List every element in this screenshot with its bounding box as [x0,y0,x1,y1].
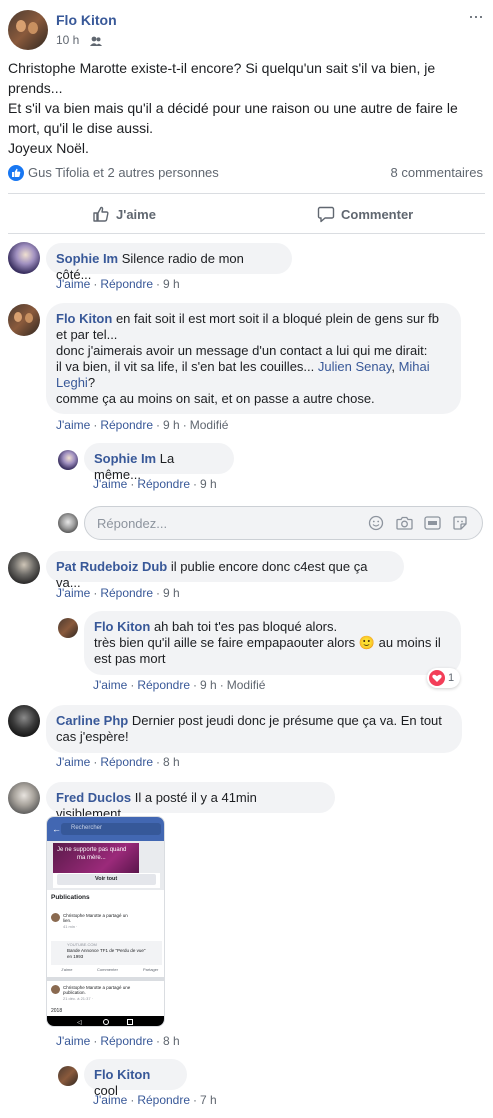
post-time[interactable]: 10 h [56,33,79,47]
screenshot-search-text: Rechercher [71,825,103,831]
comment-actions: J'aime · Répondre · 9 h [56,586,180,600]
comment-actions: J'aime · Répondre · 7 h [93,1093,217,1107]
comment-author[interactable]: Fred Duclos [56,790,131,805]
comment-author[interactable]: Flo Kiton [94,1067,150,1082]
comment-bubble: Pat Rudeboiz Dub il publie encore donc c… [46,551,404,590]
camera-icon[interactable] [396,515,413,531]
screenshot-publications: Publications [51,894,90,901]
comment-time[interactable]: 8 h [163,755,180,769]
like-reaction-icon[interactable] [8,165,24,181]
comment-like-link[interactable]: J'aime [56,1034,90,1048]
comments-count[interactable]: 8 commentaires [391,165,483,180]
comment-reply-link[interactable]: Répondre [137,678,190,692]
comment-like-link[interactable]: J'aime [56,418,90,432]
comment-bubble: Carline Php Dernier post jeudi donc je p… [46,705,462,753]
reaction-count-badge[interactable]: 1 [427,668,461,688]
comment-reply-link[interactable]: Répondre [137,477,190,491]
comment-reply-link[interactable]: Répondre [100,755,153,769]
comment-actions: J'aime · Répondre · 8 h [56,755,180,769]
screenshot-nav-back: ◁ [77,1020,82,1026]
screenshot-banner-text: ma mère... [77,855,106,861]
reply-bubble: Sophie Im La même... [84,443,234,482]
reply-bubble: Flo Kiton ah bah toi t'es pas bloqué alo… [84,611,461,675]
comment-actions: J'aime · Répondre · 9 h · Modifié [93,678,266,692]
mention-link[interactable]: Leghi [56,375,88,390]
sticker-icon[interactable] [452,515,468,531]
post-comment-label: Commenter [341,206,414,222]
post-author-name[interactable]: Flo Kiton [56,12,117,28]
audience-friends-icon [90,34,102,46]
post-like-button[interactable]: J'aime [92,203,156,225]
comment-author[interactable]: Sophie Im [94,451,156,466]
comment-bubble: Sophie Im Silence radio de mon côté... [46,243,292,282]
comment-time[interactable]: 8 h [163,1034,180,1048]
thumbs-up-icon [92,205,110,223]
comment-attached-image[interactable]: ← Rechercher Je ne supporte pas quand ma… [46,816,165,1027]
comment-author[interactable]: Flo Kiton [94,619,150,634]
edited-label[interactable]: Modifié [227,678,266,692]
comment-time[interactable]: 9 h [163,277,180,291]
comment-author[interactable]: Flo Kiton [56,311,112,326]
reaction-count: 1 [448,672,455,684]
comment-time[interactable]: 9 h [200,477,217,491]
comment-like-link[interactable]: J'aime [93,678,127,692]
comment-bubble: Flo Kiton en fait soit il est mort soit … [46,303,461,414]
commenter-avatar[interactable] [8,705,40,737]
comment-time[interactable]: 9 h [163,586,180,600]
post-like-label: J'aime [116,206,156,222]
comment-reply-link[interactable]: Répondre [100,586,153,600]
comment-author[interactable]: Pat Rudeboiz Dub [56,559,167,574]
commenter-avatar[interactable] [58,1066,78,1086]
reactions-summary[interactable]: Gus Tifolia et 2 autres personnes [28,165,219,180]
current-user-avatar [58,513,78,533]
comment-reply-link[interactable]: Répondre [100,1034,153,1048]
comment-actions: J'aime · Répondre · 9 h · Modifié [56,418,229,432]
comment-reply-link[interactable]: Répondre [137,1093,190,1107]
back-arrow-icon: ← [52,824,61,834]
emoji-icon[interactable] [368,515,384,531]
comment-time[interactable]: 9 h [163,418,180,432]
comment-actions: J'aime · Répondre · 9 h [93,477,217,491]
gif-icon[interactable] [424,515,441,531]
screenshot-post-author: Christophe Marotte a partagé un [63,913,128,918]
commenter-avatar[interactable] [58,450,78,470]
screenshot-voir-tout: Voir tout [95,876,118,882]
comment-reply-link[interactable]: Répondre [100,418,153,432]
screenshot-banner-text: Je ne supporte pas quand [57,847,127,853]
post-author-avatar[interactable] [8,10,48,50]
post-text: Christophe Marotte existe-t-il encore? S… [8,60,458,156]
comment-actions: J'aime · Répondre · 9 h [56,277,180,291]
comment-time[interactable]: 7 h [200,1093,217,1107]
commenter-avatar[interactable] [8,552,40,584]
mention-link[interactable]: Mihai [399,359,430,374]
comment-like-link[interactable]: J'aime [56,755,90,769]
commenter-avatar[interactable] [58,618,78,638]
comment-bubble: Fred Duclos Il a posté il y a 41min visi… [46,782,335,821]
reply-input[interactable]: Répondez... [84,506,483,540]
comment-reply-link[interactable]: Répondre [100,277,153,291]
edited-label[interactable]: Modifié [190,418,229,432]
comment-like-link[interactable]: J'aime [56,277,90,291]
reply-bubble: Flo Kiton cool [84,1059,187,1098]
commenter-avatar[interactable] [8,304,40,336]
comment-like-link[interactable]: J'aime [56,586,90,600]
commenter-avatar[interactable] [8,782,40,814]
divider [8,193,485,194]
comment-actions: J'aime · Répondre · 8 h [56,1034,180,1048]
reply-input-placeholder: Répondez... [97,516,168,531]
mention-link[interactable]: Julien Senay [318,359,391,374]
comment-like-link[interactable]: J'aime [93,1093,127,1107]
commenter-avatar[interactable] [8,242,40,274]
slightly-smiling-emoji: 🙂 [358,635,375,650]
comment-time[interactable]: 9 h [200,678,217,692]
comment-bubble-icon [317,205,335,223]
post-comment-button[interactable]: Commenter [317,203,413,225]
comment-like-link[interactable]: J'aime [93,477,127,491]
divider [8,233,485,234]
comment-author[interactable]: Sophie Im [56,251,118,266]
love-reaction-icon [429,670,445,686]
post-options-icon[interactable]: ··· [468,6,484,27]
comment-author[interactable]: Carline Php [56,713,128,728]
